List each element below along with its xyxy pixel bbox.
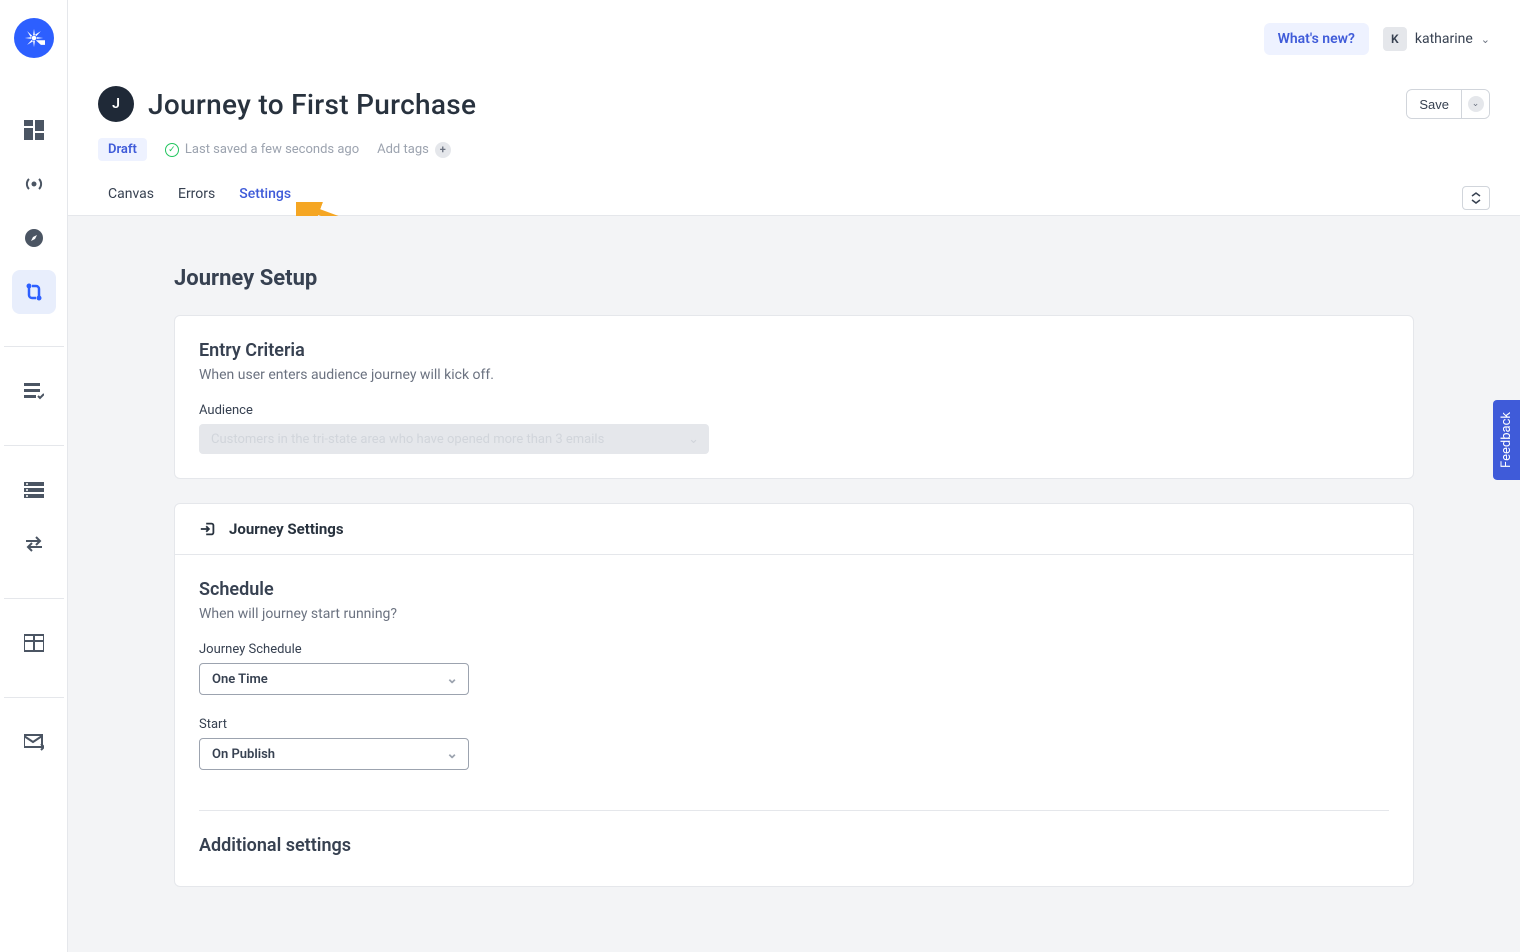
mail-forward-icon (24, 732, 44, 752)
nav-divider-2 (4, 445, 64, 446)
user-menu[interactable]: K katharine ⌄ (1383, 27, 1490, 51)
left-sidebar (0, 0, 68, 952)
collapse-toggle[interactable] (1462, 186, 1490, 210)
save-button[interactable]: Save (1407, 91, 1461, 118)
start-select[interactable]: On Publish (199, 738, 469, 770)
user-avatar: K (1383, 27, 1407, 51)
chevron-down-icon: ⌄ (1481, 33, 1490, 46)
entry-criteria-card: Entry Criteria When user enters audience… (174, 315, 1414, 479)
journey-path-icon (24, 282, 44, 302)
user-name: katharine (1415, 31, 1473, 47)
table-icon (24, 633, 44, 653)
journey-settings-header: Journey Settings (175, 504, 1413, 555)
nav-divider (4, 346, 64, 347)
list-check-icon (24, 381, 44, 401)
nav-dashboard[interactable] (12, 108, 56, 152)
plus-icon: + (435, 142, 451, 158)
entry-subtitle: When user enters audience journey will k… (199, 367, 1389, 383)
schedule-label: Journey Schedule (199, 642, 1389, 657)
last-saved-text: ✓ Last saved a few seconds ago (165, 142, 359, 157)
enter-icon (199, 520, 217, 538)
tabs-bar: Canvas Errors Settings (68, 180, 1520, 216)
top-bar: What's new? K katharine ⌄ (68, 0, 1520, 78)
tab-errors[interactable]: Errors (178, 186, 215, 210)
collapse-icon (1471, 192, 1481, 204)
nav-journeys[interactable] (12, 270, 56, 314)
entry-title: Entry Criteria (199, 340, 1389, 361)
save-dropdown[interactable]: ⌄ (1461, 90, 1489, 118)
tab-canvas[interactable]: Canvas (108, 186, 154, 210)
schedule-subtitle: When will journey start running? (199, 606, 1389, 622)
nav-divider-4 (4, 697, 64, 698)
nav-lists[interactable] (12, 369, 56, 413)
nav-connections[interactable] (12, 522, 56, 566)
add-tags-button[interactable]: Add tags + (377, 142, 451, 158)
content-area: Journey Setup Entry Criteria When user e… (68, 216, 1520, 952)
status-badge: Draft (98, 138, 147, 161)
audience-label: Audience (199, 403, 1389, 418)
page-header: J Journey to First Purchase Save ⌄ Draft… (98, 86, 1490, 161)
additional-settings-title: Additional settings (199, 835, 1389, 856)
whats-new-button[interactable]: What's new? (1264, 23, 1369, 55)
nav-messaging[interactable] (12, 720, 56, 764)
check-circle-icon: ✓ (165, 143, 179, 157)
arrows-exchange-icon (24, 534, 44, 554)
schedule-title: Schedule (199, 579, 1389, 600)
grid-icon (24, 120, 44, 140)
journey-schedule-select[interactable]: One Time (199, 663, 469, 695)
divider (199, 810, 1389, 811)
logo-burst-icon (23, 27, 45, 49)
nav-tables[interactable] (12, 621, 56, 665)
save-button-group: Save ⌄ (1406, 89, 1490, 119)
section-heading: Journey Setup (174, 266, 1414, 291)
nav-data[interactable] (12, 468, 56, 512)
tab-settings[interactable]: Settings (239, 186, 291, 210)
database-icon (24, 480, 44, 500)
chevron-down-icon: ⌄ (1468, 96, 1484, 112)
page-title: Journey to First Purchase (148, 88, 476, 121)
start-label: Start (199, 717, 1389, 732)
app-logo[interactable] (14, 18, 54, 58)
journey-settings-card: Journey Settings Schedule When will jour… (174, 503, 1414, 887)
nav-explore[interactable] (12, 216, 56, 260)
compass-icon (24, 228, 44, 248)
nav-divider-3 (4, 598, 64, 599)
nav-live[interactable] (12, 162, 56, 206)
broadcast-icon (24, 174, 44, 194)
journey-badge: J (98, 86, 134, 122)
feedback-tab[interactable]: Feedback (1493, 400, 1520, 480)
audience-select[interactable]: Customers in the tri-state area who have… (199, 424, 709, 454)
